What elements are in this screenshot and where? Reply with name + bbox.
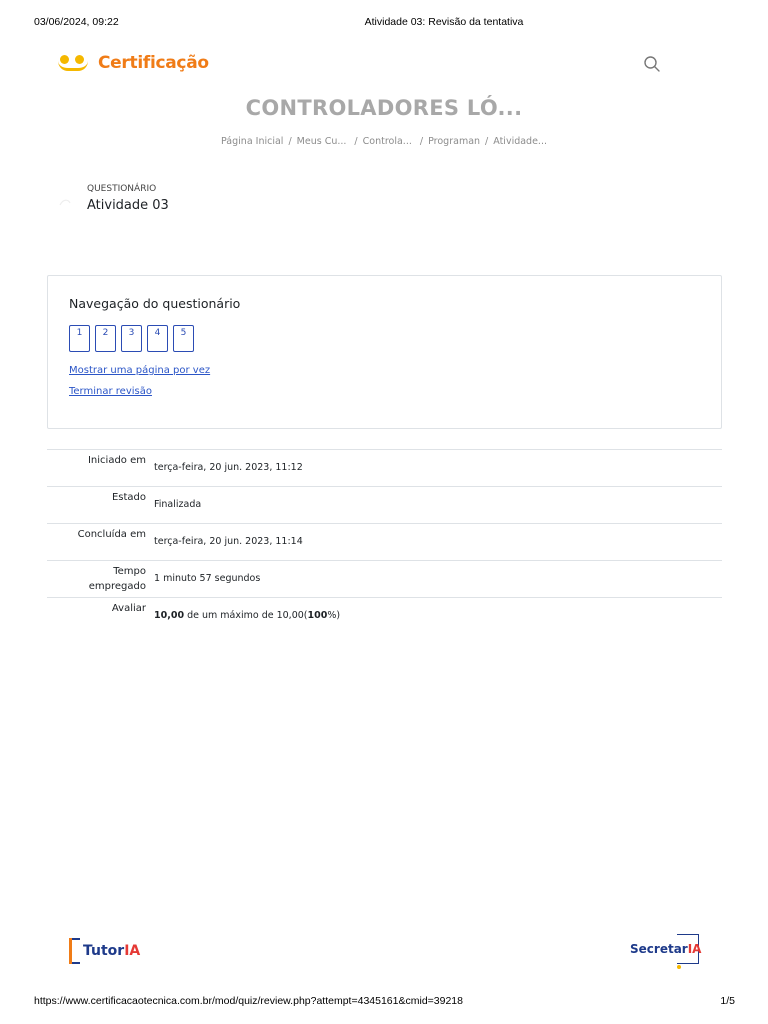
show-one-page-link[interactable]: Mostrar uma página por vez [69,365,210,376]
breadcrumb-item-my-courses[interactable]: Meus Cu... [297,136,347,147]
completed-value: terça-feira, 20 jun. 2023, 11:14 [154,536,303,547]
completed-label: Concluída em [77,529,146,540]
question-button-5[interactable]: 5 [173,325,194,352]
quiz-navigation-block: Navegação do questionário 1 2 3 4 5 Most… [47,275,722,429]
print-url: https://www.certificacaotecnica.com.br/m… [34,995,463,1007]
tutoria-text: TutorIA [83,943,141,959]
question-button-4[interactable]: 4 [147,325,168,352]
finish-review-link[interactable]: Terminar revisão [69,386,152,397]
print-page-number: 1/5 [720,995,735,1007]
grade-percent: 100 [307,610,328,621]
tutoria-logo[interactable]: TutorIA [68,936,140,966]
dot-icon [677,965,681,969]
state-value: Finalizada [154,499,202,510]
activity-name: Atividade 03 [87,198,169,213]
summary-row-grade: Avaliar 10,00 de um máximo de 10,00(100%… [47,598,722,635]
summary-row-completed: Concluída em terça-feira, 20 jun. 2023, … [47,524,722,561]
question-button-3[interactable]: 3 [121,325,142,352]
course-title: CONTROLADORES LÓ... [245,96,523,120]
summary-row-state: Estado Finalizada [47,487,722,524]
navbar: Certificação [0,48,768,84]
question-button-2[interactable]: 2 [95,325,116,352]
started-value: terça-feira, 20 jun. 2023, 11:12 [154,462,303,473]
breadcrumb-item-section[interactable]: Programan [428,136,480,147]
state-label: Estado [111,492,146,503]
search-icon[interactable] [643,55,661,73]
started-label: Iniciado em [87,455,146,466]
time-value: 1 minuto 57 segundos [154,573,261,584]
grade-end: %) [327,610,341,621]
breadcrumb-item-home[interactable]: Página Inicial [221,136,283,147]
breadcrumb: Página Inicial / Meus Cu... / Controla... /… [221,136,547,147]
summary-row-started: Iniciado em terça-feira, 20 jun. 2023, 1… [47,450,722,487]
print-page-title: Atividade 03: Revisão da tentativa [364,16,524,28]
grade-middle: de um máximo de 10,00( [184,610,308,621]
site-logo[interactable]: Certificação [56,52,209,74]
quiz-navigation-title: Navegação do questionário [69,296,241,311]
breadcrumb-item-activity[interactable]: Atividade... [493,136,547,147]
print-header: 03/06/2024, 09:22 Atividade 03: Revisão … [0,16,768,30]
book-icon [68,936,80,966]
activity-type-label: QUESTIONÁRIO [87,184,157,194]
secretaria-text: SecretarIA [630,942,702,956]
question-button-1[interactable]: 1 [69,325,90,352]
logo-text: Certificação [98,53,209,73]
grade-label: Avaliar [111,603,146,614]
grade-score: 10,00 [154,610,185,621]
breadcrumb-item-course[interactable]: Controla... [363,136,412,147]
logo-mark-icon [56,52,90,74]
time-label-line2: empregado [88,581,146,592]
attempt-summary-table: Iniciado em terça-feira, 20 jun. 2023, 1… [47,449,722,635]
question-buttons: 1 2 3 4 5 [69,325,194,352]
summary-row-time: Tempo empregado 1 minuto 57 segundos [47,561,722,598]
quiz-icon [59,199,71,206]
time-label-line1: Tempo [113,566,146,577]
secretaria-logo[interactable]: SecretarIA [630,934,702,970]
grade-value: 10,00 de um máximo de 10,00(100%) [154,610,340,621]
time-label: Tempo empregado [89,564,146,594]
